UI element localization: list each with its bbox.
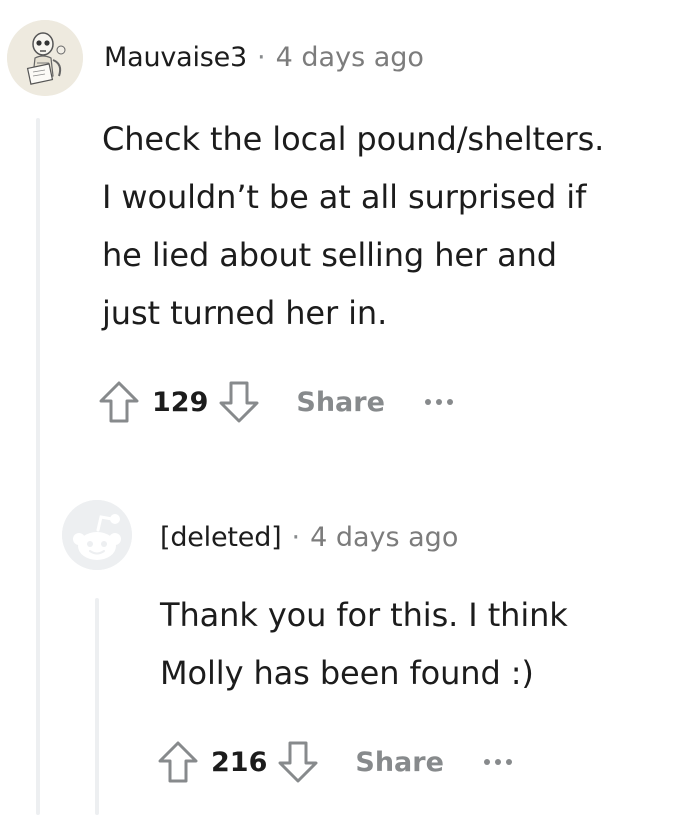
comment-line: Thank you for this. I think — [160, 596, 568, 634]
user-avatar[interactable] — [7, 20, 83, 96]
comment-body: Check the local pound/shelters. I wouldn… — [102, 110, 604, 342]
comment-body: Thank you for this. I think Molly has be… — [160, 586, 568, 702]
author-name[interactable]: Mauvaise3 — [104, 42, 247, 73]
comment-line: he lied about selling her and — [102, 236, 557, 274]
comment-actions: 216 Share — [155, 738, 512, 786]
comment-meta: [deleted] · 4 days ago — [160, 522, 458, 553]
comment-line: just turned her in. — [102, 294, 388, 332]
snoo-avatar-icon — [62, 500, 132, 570]
meta-separator: · — [291, 522, 301, 553]
user-avatar[interactable] — [62, 500, 132, 570]
share-button[interactable]: Share — [296, 387, 385, 418]
downvote-arrow-icon[interactable] — [216, 379, 262, 425]
share-button[interactable]: Share — [355, 747, 444, 778]
more-options-icon[interactable] — [424, 399, 453, 405]
timestamp[interactable]: 4 days ago — [276, 42, 424, 73]
comment-meta: Mauvaise3 · 4 days ago — [104, 42, 424, 73]
meta-separator: · — [257, 42, 266, 73]
downvote-arrow-icon[interactable] — [275, 739, 321, 785]
comment-line: I wouldn’t be at all surprised if — [102, 178, 587, 216]
comment-line: Molly has been found :) — [160, 654, 534, 692]
thread-line[interactable] — [95, 598, 99, 815]
vote-score: 129 — [152, 386, 209, 418]
timestamp[interactable]: 4 days ago — [310, 522, 458, 553]
comment-actions: 129 Share — [96, 378, 453, 426]
vote-score: 216 — [211, 746, 268, 778]
upvote-arrow-icon[interactable] — [155, 739, 201, 785]
comment-line: Check the local pound/shelters. — [102, 120, 605, 158]
skeleton-avatar-icon — [7, 20, 83, 96]
author-name: [deleted] — [160, 522, 282, 553]
upvote-arrow-icon[interactable] — [96, 379, 142, 425]
more-options-icon[interactable] — [483, 759, 512, 765]
thread-line[interactable] — [36, 118, 40, 815]
